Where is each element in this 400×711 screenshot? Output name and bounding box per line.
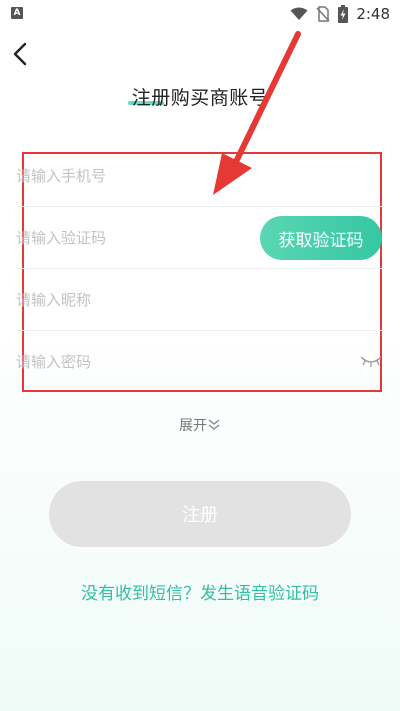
get-code-button[interactable]: 获取验证码 [260, 216, 382, 260]
status-icons: 2:48 [290, 4, 390, 24]
register-button[interactable]: 注册 [49, 481, 351, 547]
notification-app-icon: A [11, 7, 23, 19]
no-sim-icon [316, 6, 330, 22]
nickname-input[interactable] [16, 269, 246, 331]
password-visibility-toggle[interactable] [360, 353, 382, 369]
battery-charging-icon [338, 5, 349, 23]
phone-input[interactable] [16, 145, 246, 207]
double-chevron-down-icon [208, 419, 220, 430]
code-row: 获取验证码 [16, 207, 382, 269]
wifi-icon [290, 7, 308, 20]
chevron-left-icon [13, 42, 27, 66]
password-row [16, 331, 382, 393]
status-time: 2:48 [356, 5, 390, 23]
phone-row [16, 145, 382, 207]
back-button[interactable] [10, 40, 34, 68]
status-bar: A 2:48 [0, 0, 400, 28]
eye-closed-icon [360, 356, 382, 367]
page-title: 注册购买商账号 [131, 87, 269, 109]
nickname-row [16, 269, 382, 331]
password-input[interactable] [16, 331, 246, 393]
expand-label: 展开 [179, 418, 207, 434]
voice-code-link[interactable]: 没有收到短信？发生语音验证码 [0, 579, 400, 604]
expand-toggle[interactable]: 展开 [0, 415, 400, 435]
code-input[interactable] [16, 207, 246, 269]
